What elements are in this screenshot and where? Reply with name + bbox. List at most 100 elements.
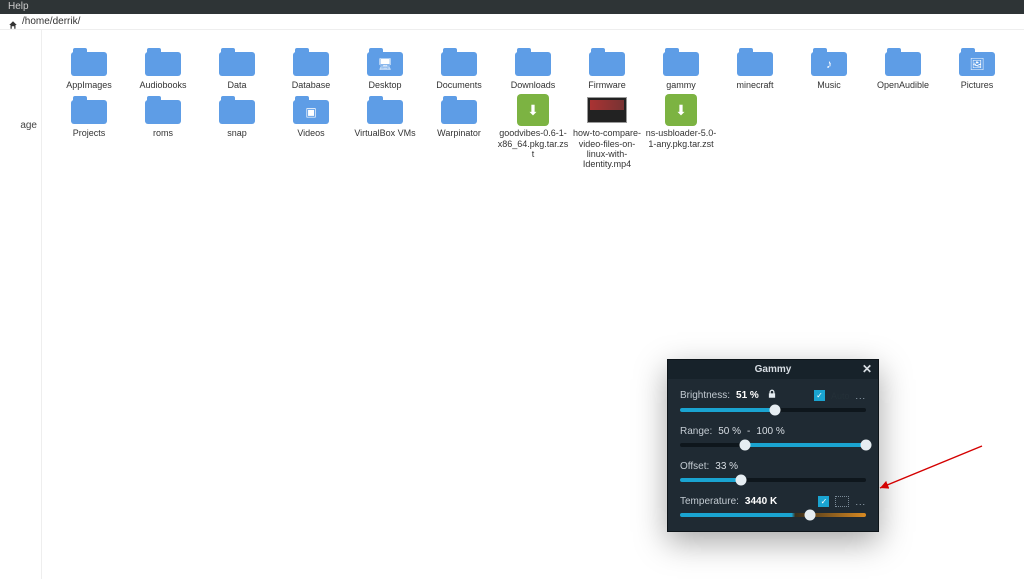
file-area[interactable]: AppImages Audiobooks Data Database 🖥Desktop D… bbox=[42, 30, 1024, 579]
path-text: /home/derrik/ bbox=[22, 16, 80, 27]
brightness-auto-label: Auto bbox=[831, 391, 850, 401]
file-item[interactable]: ⬇goodvibes-0.6-1-x86_64.pkg.tar.zst bbox=[496, 94, 570, 169]
range-high: 100 % bbox=[756, 426, 784, 437]
folder-icon: 🖥 bbox=[365, 46, 405, 78]
video-thumbnail-icon bbox=[587, 94, 627, 126]
folder-icon: 🖼 bbox=[957, 46, 997, 78]
file-label: Music bbox=[817, 80, 841, 90]
file-label: gammy bbox=[666, 80, 696, 90]
file-item[interactable]: roms bbox=[126, 94, 200, 169]
file-item[interactable]: Documents bbox=[422, 46, 496, 90]
file-item[interactable]: 🖼 Pictures bbox=[940, 46, 1014, 90]
file-label: Data bbox=[227, 80, 246, 90]
file-label: Downloads bbox=[511, 80, 556, 90]
file-item[interactable]: gammy bbox=[644, 46, 718, 90]
file-item[interactable]: Audiobooks bbox=[126, 46, 200, 90]
brightness-label: Brightness: bbox=[680, 390, 730, 401]
folder-icon: ♪ bbox=[809, 46, 849, 78]
annotation-arrow bbox=[874, 444, 984, 499]
brightness-value: 51 % bbox=[736, 390, 759, 401]
file-item[interactable]: 🖥Desktop bbox=[348, 46, 422, 90]
folder-icon bbox=[587, 46, 627, 78]
package-icon: ⬇ bbox=[513, 94, 553, 126]
folder-icon bbox=[143, 46, 183, 78]
offset-block: Offset: 33 % bbox=[680, 461, 866, 482]
brightness-more-icon[interactable]: ... bbox=[855, 391, 866, 401]
folder-icon bbox=[69, 94, 109, 126]
temperature-more-icon[interactable]: ... bbox=[855, 497, 866, 507]
file-item[interactable]: Data bbox=[200, 46, 274, 90]
folder-icon bbox=[883, 46, 923, 78]
file-label: Projects bbox=[73, 128, 106, 138]
file-label: Audiobooks bbox=[139, 80, 186, 90]
file-label: Videos bbox=[297, 128, 324, 138]
brightness-slider[interactable] bbox=[680, 408, 866, 412]
file-label: goodvibes-0.6-1-x86_64.pkg.tar.zst bbox=[497, 128, 569, 159]
folder-icon bbox=[513, 46, 553, 78]
file-item[interactable]: Warpinator bbox=[422, 94, 496, 169]
file-label: minecraft bbox=[736, 80, 773, 90]
file-item[interactable]: Firmware bbox=[570, 46, 644, 90]
temperature-block: Temperature: 3440 K ✓ ... bbox=[680, 496, 866, 517]
file-item[interactable]: snap bbox=[200, 94, 274, 169]
menu-help[interactable]: Help bbox=[8, 1, 29, 12]
folder-icon bbox=[439, 94, 479, 126]
file-label: roms bbox=[153, 128, 173, 138]
file-item[interactable]: minecraft bbox=[718, 46, 792, 90]
range-sep: - bbox=[747, 426, 750, 437]
folder-icon bbox=[735, 46, 775, 78]
file-label: Pictures bbox=[961, 80, 994, 90]
file-label: Warpinator bbox=[437, 128, 481, 138]
home-icon bbox=[8, 17, 18, 27]
temperature-auto-checkbox[interactable]: ✓ bbox=[818, 496, 829, 507]
brightness-auto-checkbox[interactable]: ✓ bbox=[814, 390, 825, 401]
folder-icon bbox=[217, 94, 257, 126]
folder-icon bbox=[69, 46, 109, 78]
file-label: Firmware bbox=[588, 80, 626, 90]
gammy-title-text: Gammy bbox=[755, 364, 792, 375]
file-label: Database bbox=[292, 80, 331, 90]
offset-label: Offset: bbox=[680, 461, 709, 472]
offset-value: 33 % bbox=[715, 461, 738, 472]
folder-icon bbox=[217, 46, 257, 78]
file-label: AppImages bbox=[66, 80, 112, 90]
file-item[interactable]: ⬇ns-usbloader-5.0-1-any.pkg.tar.zst bbox=[644, 94, 718, 169]
folder-icon: ▣ bbox=[291, 94, 331, 126]
file-item[interactable]: Downloads bbox=[496, 46, 570, 90]
file-label: snap bbox=[227, 128, 247, 138]
file-item[interactable]: OpenAudible bbox=[866, 46, 940, 90]
lock-icon[interactable] bbox=[767, 389, 777, 402]
temperature-label: Temperature: bbox=[680, 496, 739, 507]
sidebar: age bbox=[0, 30, 42, 579]
temperature-slider[interactable] bbox=[680, 513, 866, 517]
range-slider[interactable] bbox=[680, 443, 866, 447]
folder-icon bbox=[661, 46, 701, 78]
folder-icon bbox=[291, 46, 331, 78]
sidebar-item-fragment[interactable]: age bbox=[0, 120, 37, 131]
menu-bar: Help bbox=[0, 0, 1024, 14]
location-bar[interactable]: /home/derrik/ bbox=[0, 14, 1024, 30]
file-item[interactable]: Database bbox=[274, 46, 348, 90]
file-item[interactable]: ▣ Videos bbox=[274, 94, 348, 169]
offset-slider[interactable] bbox=[680, 478, 866, 482]
file-item[interactable]: ♪ Music bbox=[792, 46, 866, 90]
file-label: OpenAudible bbox=[877, 80, 929, 90]
range-block: Range: 50 % - 100 % bbox=[680, 426, 866, 447]
gammy-window: Gammy ✕ Brightness: 51 % ✓ Auto ... bbox=[667, 359, 879, 532]
range-low: 50 % bbox=[718, 426, 741, 437]
file-item[interactable]: VirtualBox VMs bbox=[348, 94, 422, 169]
temperature-state-box[interactable] bbox=[835, 496, 849, 507]
gammy-titlebar[interactable]: Gammy ✕ bbox=[668, 360, 878, 379]
range-label: Range: bbox=[680, 426, 712, 437]
brightness-block: Brightness: 51 % ✓ Auto ... bbox=[680, 389, 866, 412]
folder-icon bbox=[365, 94, 405, 126]
file-item[interactable]: how-to-compare-video-files-on-linux-with… bbox=[570, 94, 644, 169]
package-icon: ⬇ bbox=[661, 94, 701, 126]
file-label: Documents bbox=[436, 80, 482, 90]
file-label: VirtualBox VMs bbox=[354, 128, 415, 138]
folder-icon bbox=[439, 46, 479, 78]
folder-icon bbox=[143, 94, 183, 126]
file-item[interactable]: AppImages bbox=[52, 46, 126, 90]
close-icon[interactable]: ✕ bbox=[862, 362, 872, 376]
file-item[interactable]: Projects bbox=[52, 94, 126, 169]
